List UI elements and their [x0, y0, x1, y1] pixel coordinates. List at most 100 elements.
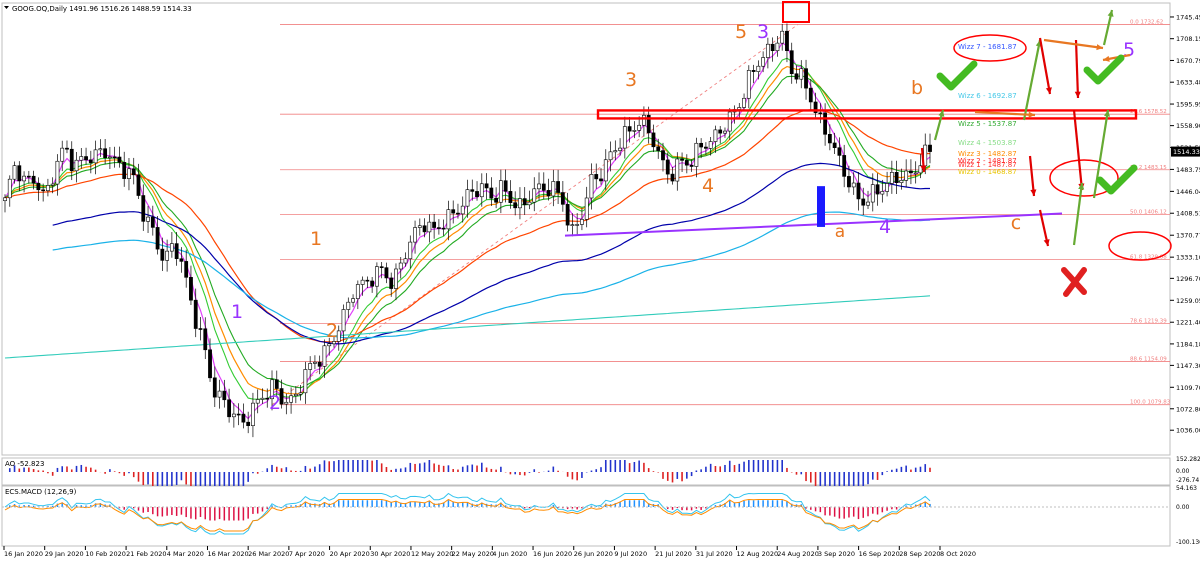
price-tick-label: 1446.04: [1176, 188, 1200, 196]
price-tick-label: 1408.51: [1176, 210, 1200, 218]
price-tick-label: 1708.15: [1176, 35, 1200, 43]
candle-bullish: [427, 221, 432, 233]
candle-bullish: [799, 68, 804, 80]
candle-bullish: [756, 65, 761, 72]
candle-bearish: [594, 174, 599, 180]
price-chart[interactable]: 0.0 1732.6223.6 1578.5238.2 1483.1550.0 …: [0, 0, 1200, 561]
time-tick-label: 12 May 2020: [411, 550, 453, 558]
candle-bearish: [189, 277, 193, 301]
candle-bearish: [794, 73, 799, 80]
candle-bearish: [69, 148, 74, 172]
candle-bullish: [351, 298, 355, 303]
candle-bearish: [160, 248, 165, 261]
time-tick-label: 20 Apr 2020: [330, 550, 370, 558]
candle-bearish: [565, 204, 570, 226]
candle-bullish: [74, 159, 79, 172]
fib-level-label: 100.0 1079.83: [1130, 400, 1171, 406]
price-tick-label: 1296.70: [1176, 275, 1200, 283]
time-tick-label: 7 Apr 2020: [289, 550, 325, 558]
candle-bullish: [870, 184, 875, 203]
candle-bearish: [689, 164, 694, 167]
candle-bullish: [231, 413, 236, 418]
candle-bearish: [704, 146, 708, 149]
candle-bullish: [60, 147, 65, 162]
candle-bearish: [208, 349, 212, 379]
candle-bullish: [885, 183, 889, 192]
candle-bearish: [222, 390, 227, 401]
candle-bullish: [913, 172, 918, 175]
price-tick-label: 1745.45: [1176, 13, 1200, 21]
candle-bearish: [246, 421, 251, 426]
time-tick-label: 31 Jul 2020: [696, 550, 733, 558]
candle-bullish: [632, 130, 637, 132]
price-tick-label: 1370.77: [1176, 232, 1200, 240]
candle-bullish: [55, 160, 60, 185]
time-tick-label: 4 Mar 2020: [167, 550, 204, 558]
candle-bearish: [804, 68, 808, 89]
candle-bearish: [179, 258, 184, 262]
candle-bullish: [146, 216, 150, 222]
candle-bearish: [541, 183, 546, 191]
time-tick-label: 16 Mar 2020: [207, 550, 248, 558]
time-tick-label: 21 Jul 2020: [655, 550, 692, 558]
candle-bullish: [165, 250, 170, 261]
candle-bearish: [789, 50, 794, 75]
candle-bearish: [680, 158, 684, 161]
candle-bearish: [88, 159, 93, 164]
candle-bearish: [546, 190, 551, 197]
candle-bearish: [785, 30, 789, 51]
candle-bullish: [727, 111, 732, 132]
macd-tick-label: -100.1369: [1176, 539, 1200, 546]
candle-bearish: [670, 173, 675, 182]
time-tick-label: 30 Apr 2020: [370, 550, 410, 558]
gap-marker: [817, 186, 825, 227]
candle-bullish: [465, 189, 470, 207]
candle-bullish: [355, 284, 360, 299]
candle-bullish: [417, 225, 422, 228]
price-tick-label: 1633.48: [1176, 79, 1200, 87]
candle-bullish: [7, 178, 12, 199]
wave-label: 2: [326, 320, 338, 342]
price-tick-label: 1036.00: [1176, 427, 1200, 435]
candle-bullish: [398, 262, 403, 270]
wave-label: 4: [879, 216, 891, 238]
candle-bullish: [904, 170, 909, 181]
candle-bearish: [827, 134, 832, 144]
candle-bearish: [136, 174, 141, 196]
candle-bullish: [761, 57, 766, 67]
candle-bearish: [141, 195, 146, 222]
macd-tick-label: 0.00: [1176, 504, 1190, 511]
candle-bullish: [723, 130, 727, 134]
candle-bearish: [556, 181, 560, 193]
candle-bullish: [107, 156, 112, 159]
candle-bearish: [684, 160, 689, 166]
wave-label: c: [1011, 212, 1021, 234]
candle-bullish: [742, 97, 746, 108]
candle-bullish: [293, 393, 298, 397]
candle-bearish: [837, 147, 842, 156]
candle-bullish: [589, 174, 594, 199]
candle-bearish: [894, 172, 899, 184]
candle-bearish: [656, 146, 661, 151]
candle-bearish: [36, 182, 41, 191]
candle-bearish: [155, 227, 160, 250]
candle-bullish: [217, 390, 222, 398]
candle-bearish: [432, 221, 437, 228]
candle-bullish: [713, 129, 718, 142]
candle-bullish: [880, 191, 885, 195]
time-tick-label: 26 Jun 2020: [574, 550, 613, 558]
candle-bearish: [861, 198, 866, 206]
candle-bullish: [775, 42, 780, 52]
time-tick-label: 9 Jul 2020: [614, 550, 647, 558]
candle-bullish: [570, 224, 575, 226]
candle-bearish: [103, 148, 108, 159]
candle-bullish: [93, 149, 98, 164]
candle-bearish: [84, 156, 88, 161]
wave-label: 5: [1123, 39, 1135, 61]
candle-bullish: [737, 107, 742, 110]
candle-bullish: [394, 268, 398, 289]
candle-bullish: [12, 165, 17, 180]
candle-bearish: [274, 379, 279, 389]
candle-bullish: [127, 168, 131, 179]
candle-bearish: [651, 132, 656, 148]
